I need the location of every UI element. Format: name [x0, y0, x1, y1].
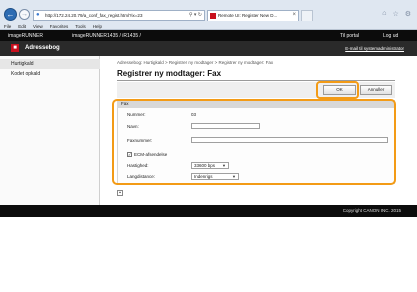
app-top-bar: imageRUNNER imageRUNNER1435 / iR1435 / T…	[0, 30, 417, 41]
browser-toolbar: ← → ● http://172.24.20.79/a_conf_fax_reg…	[0, 0, 417, 30]
address-bar[interactable]: ● http://172.24.20.79/a_conf_fax_regist.…	[33, 10, 205, 21]
menu-tools[interactable]: Tools	[75, 24, 86, 29]
menu-bar: File Edit View Favorites Tools Help	[0, 22, 417, 30]
brand-name: imageRUNNER	[8, 33, 44, 39]
tab-title: Remote UI: Register New D...	[218, 13, 278, 18]
logout-link[interactable]: Log ud	[383, 33, 398, 39]
portal-link[interactable]: Til portal	[340, 33, 359, 39]
menu-favorites[interactable]: Favorites	[50, 24, 69, 29]
browser-icons: ⌂ ☆ ⚙	[382, 10, 411, 18]
fax-highlight	[112, 99, 396, 185]
menu-edit[interactable]: Edit	[18, 24, 26, 29]
app-title: Adressebog	[25, 45, 60, 51]
expand-icon[interactable]: ▪	[117, 190, 123, 196]
canon-favicon-icon	[210, 13, 216, 19]
url-text[interactable]: http://172.24.20.79/a_conf_fax_regist.ht…	[45, 13, 142, 18]
menu-help[interactable]: Help	[93, 24, 102, 29]
search-refresh-icons[interactable]: ⚲ ▾ ↻	[189, 12, 202, 18]
device-name: imageRUNNER1435 / iR1435 /	[72, 33, 141, 39]
menu-view[interactable]: View	[33, 24, 43, 29]
gear-icon[interactable]: ⚙	[405, 10, 411, 18]
footer: Copyright CANON INC. 2015	[0, 205, 417, 217]
copyright-text: Copyright CANON INC. 2015	[342, 208, 401, 213]
page-title: Registrer ny modtager: Fax	[117, 69, 222, 78]
forward-arrow-icon[interactable]: →	[19, 9, 30, 20]
new-tab-button[interactable]	[301, 10, 313, 21]
close-icon[interactable]: ×	[292, 12, 296, 18]
sidebar-item-hurtigkald[interactable]: Hurtigkald	[0, 59, 100, 69]
sidebar-item-kodet-opkald[interactable]: Kodet opkald	[0, 69, 100, 79]
page-icon: ●	[36, 12, 40, 18]
sidebar: Hurtigkald Kodet opkald	[0, 56, 100, 205]
breadcrumb: Adressebog: Hurtigkald > Registrer ny mo…	[117, 60, 274, 65]
menu-file[interactable]: File	[4, 24, 11, 29]
app-title-bar: ■ Adressebog E-mail til systemadministra…	[0, 41, 417, 56]
back-arrow-icon[interactable]: ←	[4, 8, 17, 21]
star-icon[interactable]: ☆	[392, 10, 398, 18]
email-admin-link[interactable]: E-mail til systemadministrator	[345, 46, 404, 51]
browser-tab[interactable]: Remote UI: Register New D... ×	[207, 10, 299, 21]
address-book-icon: ■	[11, 44, 19, 52]
home-icon[interactable]: ⌂	[382, 10, 386, 18]
ok-highlight	[316, 81, 359, 99]
cancel-button[interactable]: Annuller	[360, 85, 392, 95]
